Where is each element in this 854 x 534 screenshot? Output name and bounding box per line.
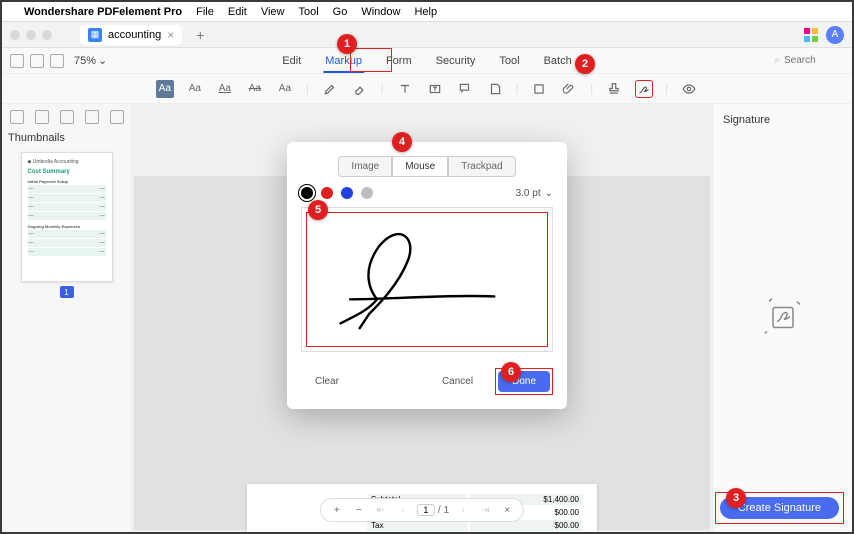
color-red[interactable] [321, 187, 333, 199]
prev-page-button[interactable]: ‹ [395, 502, 411, 518]
page-input[interactable] [417, 504, 435, 516]
search-icon: ⌕ [774, 55, 780, 66]
last-page-button[interactable]: ⇥ [477, 502, 493, 518]
attachment-icon[interactable] [560, 80, 578, 98]
tab-security[interactable]: Security [434, 51, 478, 71]
sig-tab-image[interactable]: Image [338, 156, 392, 177]
titlebar: ▦ accounting × + A [2, 22, 852, 48]
menu-help[interactable]: Help [414, 6, 437, 18]
text-tool-icon[interactable] [396, 80, 414, 98]
sig-tab-trackpad[interactable]: Trackpad [448, 156, 515, 177]
close-bar-button[interactable]: × [499, 502, 515, 518]
tab-form[interactable]: Form [384, 51, 414, 71]
cancel-button[interactable]: Cancel [428, 371, 487, 392]
thumb-brand: ◆ Umbrella Accounting [28, 159, 106, 165]
text-style-2-icon[interactable]: Aa [276, 80, 294, 98]
view-mode-icons[interactable] [10, 54, 64, 68]
right-panel: Signature [712, 104, 852, 532]
first-page-button[interactable]: ⇤ [373, 502, 389, 518]
sidebar: Thumbnails ◆ Umbrella Accounting Cost Su… [2, 104, 132, 532]
highlighter-icon[interactable] [321, 80, 339, 98]
thumbnail-page-number: 1 [60, 286, 74, 298]
menu-tool[interactable]: Tool [298, 6, 318, 18]
thumb-section-1: Initial Payment Setup [28, 179, 106, 184]
macos-menubar: Wondershare PDFelement Pro File Edit Vie… [2, 2, 852, 22]
text-style-1-icon[interactable]: Aa [186, 80, 204, 98]
signature-canvas[interactable] [301, 207, 553, 352]
tab-batch[interactable]: Batch [542, 51, 574, 71]
callout-6: 6 [501, 362, 521, 382]
signature-stroke [302, 208, 552, 343]
search-box[interactable]: ⌕ [774, 55, 844, 66]
menu-window[interactable]: Window [361, 6, 400, 18]
close-tab-icon[interactable]: × [167, 28, 174, 42]
callout-1: 1 [337, 34, 357, 54]
zoom-value: 75% [74, 55, 96, 67]
menu-go[interactable]: Go [333, 6, 348, 18]
tab-edit[interactable]: Edit [280, 51, 303, 71]
markup-toolbar: Aa Aa Aa Aa Aa | | | | | [2, 74, 852, 104]
pdf-icon: ▦ [88, 28, 102, 42]
color-black[interactable] [301, 187, 313, 199]
page-thumbnail[interactable]: ◆ Umbrella Accounting Cost Summary Initi… [21, 152, 113, 282]
next-page-button[interactable]: › [455, 502, 471, 518]
thumb-section-2: Ongoing Monthly Expenses [28, 224, 106, 229]
sidebar-title: Thumbnails [8, 132, 125, 144]
thumb-title: Cost Summary [28, 169, 106, 175]
avatar[interactable]: A [826, 26, 844, 44]
mode-tabs: Edit Markup Form Security Tool Batch [280, 51, 573, 71]
color-picker [301, 187, 373, 199]
stamp-icon[interactable] [605, 80, 623, 98]
color-gray[interactable] [361, 187, 373, 199]
menu-file[interactable]: File [196, 6, 214, 18]
zoom-out-button[interactable]: − [351, 502, 367, 518]
callout-3: 3 [726, 488, 746, 508]
chevron-down-icon: ⌄ [545, 188, 553, 199]
signature-source-tabs: Image Mouse Trackpad [301, 156, 553, 177]
signature-dialog: Image Mouse Trackpad 3.0 pt ⌄ Clear Canc… [287, 142, 567, 409]
eraser-icon[interactable] [351, 80, 369, 98]
window-controls[interactable] [10, 30, 52, 40]
callout-5: 5 [308, 200, 328, 220]
toolbar-secondary: 75% ⌄ Edit Markup Form Security Tool Bat… [2, 48, 852, 74]
menu-view[interactable]: View [261, 6, 285, 18]
shape-icon[interactable] [530, 80, 548, 98]
sig-tab-mouse[interactable]: Mouse [392, 156, 448, 177]
callout-4: 4 [392, 132, 412, 152]
new-tab-button[interactable]: + [196, 27, 204, 43]
right-panel-title: Signature [723, 114, 842, 126]
page-indicator: / 1 [417, 504, 449, 516]
text-strike-icon[interactable]: Aa [246, 80, 264, 98]
text-highlight-icon[interactable]: Aa [156, 80, 174, 98]
clear-button[interactable]: Clear [301, 371, 353, 392]
text-underline-icon[interactable]: Aa [216, 80, 234, 98]
document-tab[interactable]: ▦ accounting × [80, 25, 182, 45]
chevron-down-icon: ⌄ [98, 54, 107, 67]
sidebar-mode-icons[interactable] [8, 110, 125, 124]
pagination-bar: + − ⇤ ‹ / 1 › ⇥ × [320, 498, 524, 522]
tab-filename: accounting [108, 29, 161, 41]
textbox-icon[interactable] [426, 80, 444, 98]
color-blue[interactable] [341, 187, 353, 199]
callout-2: 2 [575, 54, 595, 74]
signature-placeholder-icon [763, 296, 803, 341]
zoom-in-button[interactable]: + [329, 502, 345, 518]
tab-tool[interactable]: Tool [497, 51, 521, 71]
callout-icon[interactable] [456, 80, 474, 98]
search-input[interactable] [784, 55, 844, 66]
zoom-select[interactable]: 75% ⌄ [74, 54, 107, 67]
note-icon[interactable] [486, 80, 504, 98]
signature-icon[interactable] [635, 80, 653, 98]
stroke-width-select[interactable]: 3.0 pt ⌄ [516, 188, 553, 199]
eye-icon[interactable] [680, 80, 698, 98]
menu-edit[interactable]: Edit [228, 6, 247, 18]
apps-grid-icon[interactable] [804, 28, 818, 42]
app-name[interactable]: Wondershare PDFelement Pro [24, 6, 182, 18]
